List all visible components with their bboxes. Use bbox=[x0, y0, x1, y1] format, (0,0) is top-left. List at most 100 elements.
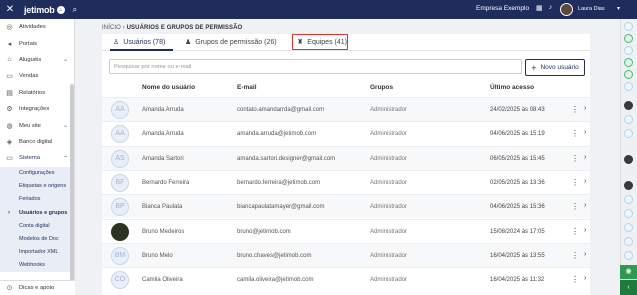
avatar: BP bbox=[111, 198, 129, 217]
table-row[interactable]: BM Bruno Melo bruno.chaves@jetimob.com A… bbox=[102, 242, 590, 268]
chevron-up-icon[interactable]: ⌃ bbox=[63, 155, 68, 162]
app-shortcut-icon[interactable] bbox=[624, 251, 633, 260]
chevron-right-icon[interactable]: › bbox=[584, 154, 586, 161]
contact-avatar[interactable] bbox=[624, 101, 633, 110]
table-row[interactable]: AA Amanda Arruda amanda.arruda@jetimob.c… bbox=[102, 121, 590, 145]
chevron-right-icon[interactable]: › bbox=[584, 178, 586, 185]
app-shortcut-icon[interactable] bbox=[624, 34, 633, 43]
sidebar-subitem-modelos-doc[interactable]: Modelos de Doc bbox=[0, 232, 74, 246]
breadcrumb: INÍCIO › USUÁRIOS E GRUPOS DE PERMISSÃO bbox=[102, 25, 242, 31]
contact-avatar[interactable] bbox=[624, 155, 633, 164]
app-shortcut-icon[interactable] bbox=[624, 58, 633, 67]
sidebar-subitem-configuracoes[interactable]: Configurações bbox=[0, 166, 74, 180]
sidebar-subitem-webhooks[interactable]: Webhooks bbox=[0, 258, 74, 273]
app-shortcut-icon[interactable] bbox=[624, 115, 633, 124]
more-options-icon[interactable]: ⋮ bbox=[571, 275, 579, 284]
user-avatar[interactable] bbox=[560, 3, 573, 16]
table-row[interactable]: CO Camila Oliveira camila.oliveira@jetim… bbox=[102, 267, 590, 291]
bell-icon[interactable]: ♪ bbox=[549, 4, 553, 12]
table-header: Nome do usuário E-mail Grupos Último ace… bbox=[102, 82, 590, 94]
chevron-right-icon[interactable]: › bbox=[584, 202, 586, 209]
sidebar-item-integracoes[interactable]: ⚙ Integrações bbox=[0, 101, 74, 117]
app-shortcut-icon[interactable] bbox=[624, 237, 633, 246]
sidebar-subitem-importador-xml[interactable]: Importador XML bbox=[0, 245, 74, 259]
chevron-down-icon[interactable]: ▾ bbox=[617, 5, 620, 12]
breadcrumb-separator: › bbox=[122, 25, 125, 31]
contact-avatar[interactable] bbox=[624, 181, 633, 190]
chevron-right-icon[interactable]: › bbox=[584, 105, 586, 112]
sidebar-item-atividades[interactable]: ◎ Atividades bbox=[0, 19, 74, 35]
user-name[interactable]: Laura Dias bbox=[578, 6, 605, 12]
more-options-icon[interactable]: ⋮ bbox=[571, 178, 579, 187]
table-row[interactable]: BP Bianca Paulata biancapaulatamayer@gma… bbox=[102, 194, 590, 219]
sidebar-subitem-etiquetas[interactable]: Etiquetas e origens bbox=[0, 179, 74, 193]
sidebar-item-relatorios[interactable]: ▤ Relatórios bbox=[0, 85, 74, 101]
user-name-cell: Bianca Paulata bbox=[142, 204, 183, 211]
report-icon: ▤ bbox=[6, 89, 13, 97]
sidebar-item-meu-site[interactable]: ◍ Meu site ⌄ bbox=[0, 117, 74, 133]
breadcrumb-home[interactable]: INÍCIO bbox=[102, 25, 121, 31]
sidebar-scrollbar[interactable] bbox=[70, 84, 74, 292]
sidebar-item-alugueis[interactable]: ⌂ Aluguéis ⌄ bbox=[0, 52, 74, 68]
sidebar-item-dicas-apoio[interactable]: ⊙ Dicas e apoio bbox=[0, 280, 75, 295]
chevron-right-icon[interactable]: › bbox=[584, 251, 586, 258]
chevron-right-icon[interactable]: › bbox=[584, 227, 586, 234]
sidebar-item-banco-digital[interactable]: ◈ Banco digital bbox=[0, 134, 74, 150]
integration-icon: ⚙ bbox=[6, 106, 13, 114]
jetimob-logo[interactable]: jetimob ⌂ bbox=[24, 5, 65, 15]
sidebar-subitem-usuarios-grupos[interactable]: › Usuários e grupos bbox=[0, 206, 74, 220]
chevron-right-icon[interactable]: › bbox=[584, 275, 586, 282]
search-icon[interactable]: ⌕ bbox=[73, 5, 77, 15]
chevron-down-icon[interactable]: ⌄ bbox=[63, 56, 68, 63]
app-shortcut-icon[interactable] bbox=[624, 223, 633, 232]
more-options-icon[interactable]: ⋮ bbox=[571, 251, 579, 260]
sidebar-item-label: Aluguéis bbox=[19, 56, 42, 63]
search-input[interactable]: Pesquisar por nome ou e-mail bbox=[109, 59, 522, 74]
table-row[interactable]: BF Bernardo Ferreira bernardo.ferreira@j… bbox=[102, 169, 590, 194]
users-icon: ♟ bbox=[185, 39, 192, 46]
app-shortcut-icon[interactable] bbox=[624, 22, 633, 31]
app-shortcut-icon[interactable] bbox=[624, 82, 633, 91]
more-options-icon[interactable]: ⋮ bbox=[571, 129, 579, 138]
last-access-cell: 16/04/2025 às 11:32 bbox=[490, 277, 545, 284]
user-icon: ♙ bbox=[113, 39, 120, 46]
avatar: BF bbox=[111, 173, 129, 192]
collapse-chevron-icon[interactable]: ‹ bbox=[620, 280, 637, 295]
app-shortcut-icon[interactable] bbox=[624, 209, 633, 218]
more-options-icon[interactable]: ⋮ bbox=[571, 227, 579, 236]
table-row[interactable]: AA Amanda Arruda contato.amandarrda@gmai… bbox=[102, 97, 590, 122]
sidebar-item-sistema[interactable]: ▭ Sistema ⌃ bbox=[0, 150, 74, 166]
chevron-down-icon[interactable]: ⌄ bbox=[63, 122, 68, 129]
tab-grupos-permissao[interactable]: ♟ Grupos de permissão (26) bbox=[185, 38, 277, 47]
email-cell: camila.oliveira@jetimob.com bbox=[237, 277, 314, 284]
tab-usuarios[interactable]: ♙ Usuários (78) bbox=[113, 38, 165, 47]
header-email: E-mail bbox=[237, 84, 257, 91]
apps-grid-icon[interactable]: ▦ bbox=[536, 4, 543, 12]
sidebar-subitem-conta-digital[interactable]: Conta digital bbox=[0, 219, 74, 233]
sidebar-subitem-feriados[interactable]: Feriados bbox=[0, 192, 74, 207]
group-cell: Administrador bbox=[370, 204, 408, 211]
sidebar-item-portais[interactable]: ◂ Portais bbox=[0, 35, 74, 51]
chat-icon[interactable]: ◉ bbox=[620, 265, 637, 279]
close-icon[interactable]: ✕ bbox=[0, 4, 20, 15]
more-options-icon[interactable]: ⋮ bbox=[571, 202, 579, 211]
app-shortcut-icon[interactable] bbox=[624, 70, 633, 79]
breadcrumb-current: USUÁRIOS E GRUPOS DE PERMISSÃO bbox=[126, 25, 243, 31]
more-options-icon[interactable]: ⋮ bbox=[571, 105, 579, 114]
chevron-right-icon[interactable]: › bbox=[584, 129, 586, 136]
sidebar-item-label: Banco digital bbox=[19, 138, 53, 145]
app-shortcut-icon[interactable] bbox=[624, 129, 633, 138]
top-bar: ✕ jetimob ⌂ ⌕ Empresa Exemplo ▦ ♪ Laura … bbox=[0, 0, 637, 19]
app-shortcut-icon[interactable] bbox=[624, 195, 633, 204]
email-cell: amanda.sartori.designer@gmail.com bbox=[237, 155, 336, 162]
sidebar-subitem-label: Usuários e grupos bbox=[19, 209, 68, 216]
app-shortcut-icon[interactable] bbox=[624, 46, 633, 55]
more-options-icon[interactable]: ⋮ bbox=[571, 154, 579, 163]
company-name[interactable]: Empresa Exemplo bbox=[476, 5, 529, 12]
table-row[interactable]: Bruno Medeiros bruno@jetimob.com Adminis… bbox=[102, 218, 590, 243]
table-row[interactable]: AS Amanda Sartori amanda.sartori.designe… bbox=[102, 145, 590, 170]
sidebar-subitem-label: Etiquetas e origens bbox=[19, 183, 67, 190]
new-user-button[interactable]: + Novo usuário bbox=[525, 59, 585, 76]
email-cell: bernardo.ferreira@jetimob.com bbox=[237, 179, 321, 186]
sidebar-item-vendas[interactable]: ▭ Vendas bbox=[0, 68, 74, 84]
